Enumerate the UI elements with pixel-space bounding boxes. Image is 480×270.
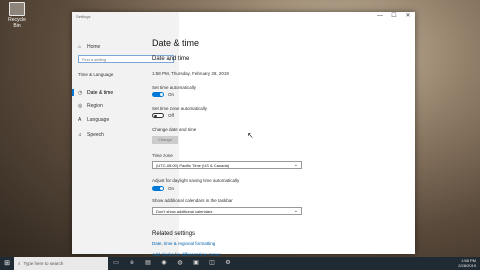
time-zone-label: Time zone <box>152 153 173 158</box>
task-view-icon[interactable]: ▭ <box>108 257 124 270</box>
recycle-bin-label: Recycle Bin <box>8 17 26 29</box>
taskbar-search-input[interactable]: ⌕ Type here to search <box>14 257 108 270</box>
close-button[interactable]: ✕ <box>401 12 415 20</box>
toggle-knob <box>154 114 157 117</box>
additional-calendars-value: Don't show additional calendars <box>156 209 213 214</box>
taskbar: ⊞ ⌕ Type here to search ▭ e ▤ ◉ ◍ ▣ ◫ ⚙ … <box>0 257 480 270</box>
set-time-auto-state: On <box>168 92 175 97</box>
firefox-icon[interactable]: ◉ <box>156 257 172 270</box>
chevron-down-icon: ⌄ <box>293 162 298 168</box>
window-title: Settings <box>76 14 91 19</box>
home-icon: ⌂ <box>78 43 82 50</box>
set-timezone-auto-toggle[interactable] <box>152 113 164 118</box>
settings-content: — ☐ ✕ <box>179 12 415 254</box>
tray-date: 2/28/2019 <box>458 263 476 268</box>
toggle-knob <box>160 187 163 190</box>
sidebar-item-date-time[interactable]: ◷ Date & time <box>71 89 114 96</box>
sidebar-item-label: Language <box>87 117 110 123</box>
system-tray-clock[interactable]: 1:58 PM 2/28/2019 <box>458 258 476 268</box>
dst-label: Adjust for daylight saving time automati… <box>152 178 240 183</box>
sidebar-section-title: Time & Language <box>78 72 114 77</box>
recycle-bin-icon <box>9 2 25 16</box>
sidebar-item-label: Speech <box>87 132 104 138</box>
sidebar-home-label: Home <box>87 44 101 50</box>
set-timezone-auto-label: Set time zone automatically <box>152 106 208 111</box>
chevron-down-icon: ⌄ <box>293 208 298 214</box>
edge-browser-icon[interactable]: e <box>124 257 140 270</box>
calendar-clock-icon: ◷ <box>78 89 83 96</box>
chrome-icon[interactable]: ◍ <box>172 257 188 270</box>
time-zone-select[interactable]: (UTC-08:00) Pacific Time (US & Canada) ⌄ <box>152 161 302 169</box>
maximize-button[interactable]: ☐ <box>387 12 401 20</box>
file-explorer-icon[interactable]: ▤ <box>140 257 156 270</box>
sidebar-item-region[interactable]: ◎ Region <box>78 103 103 109</box>
toggle-knob <box>160 93 163 96</box>
dst-toggle[interactable] <box>152 186 164 191</box>
recycle-bin-shortcut[interactable]: Recycle Bin <box>4 2 30 29</box>
sidebar-item-label: Date & time <box>87 90 114 96</box>
date-time-regional-link[interactable]: Date, time & regional formatting <box>152 241 215 246</box>
related-settings-title: Related settings <box>152 231 196 237</box>
windows-logo-icon: ⊞ <box>4 260 10 267</box>
set-time-auto-label: Set time automatically <box>152 85 197 90</box>
change-date-time-button[interactable]: Change <box>152 136 178 144</box>
sidebar-item-speech[interactable]: ♫ Speech <box>78 132 104 138</box>
settings-gear-icon[interactable]: ⚙ <box>220 257 236 270</box>
dst-state: On <box>168 186 175 191</box>
settings-sidebar: Settings ⌂ Home Find a setting ⌕ Time & … <box>71 12 179 254</box>
start-button[interactable]: ⊞ <box>0 257 14 270</box>
additional-calendars-label: Show additional calendars in the taskbar <box>152 198 233 203</box>
search-placeholder: Find a setting <box>82 57 107 62</box>
additional-calendars-select[interactable]: Don't show additional calendars ⌄ <box>152 207 302 215</box>
microphone-icon: ♫ <box>78 131 82 138</box>
language-icon: A <box>78 116 82 123</box>
folder-icon[interactable]: ▣ <box>188 257 204 270</box>
page-title: Date & time <box>152 38 200 48</box>
window-controls: — ☐ ✕ <box>373 12 415 20</box>
set-time-auto-toggle[interactable] <box>152 92 164 97</box>
store-icon[interactable]: ◫ <box>204 257 220 270</box>
taskbar-search-placeholder: Type here to search <box>23 261 64 266</box>
section-title: Date and time <box>152 56 190 62</box>
sidebar-home[interactable]: ⌂ Home <box>78 44 100 50</box>
minimize-button[interactable]: — <box>373 12 387 20</box>
settings-window: Settings ⌂ Home Find a setting ⌕ Time & … <box>71 12 415 257</box>
globe-icon: ◎ <box>78 102 83 109</box>
search-icon: ⌕ <box>18 261 21 266</box>
sidebar-item-label: Region <box>87 103 103 109</box>
set-timezone-auto-state: Off <box>168 113 174 118</box>
change-date-time-label: Change date and time <box>152 127 197 132</box>
mouse-cursor-icon: ↖ <box>247 131 254 140</box>
current-time-text: 1:58 PM, Thursday, February 28, 2019 <box>152 71 229 76</box>
time-zone-value: (UTC-08:00) Pacific Time (US & Canada) <box>156 163 230 168</box>
sidebar-item-language[interactable]: A Language <box>78 117 109 123</box>
